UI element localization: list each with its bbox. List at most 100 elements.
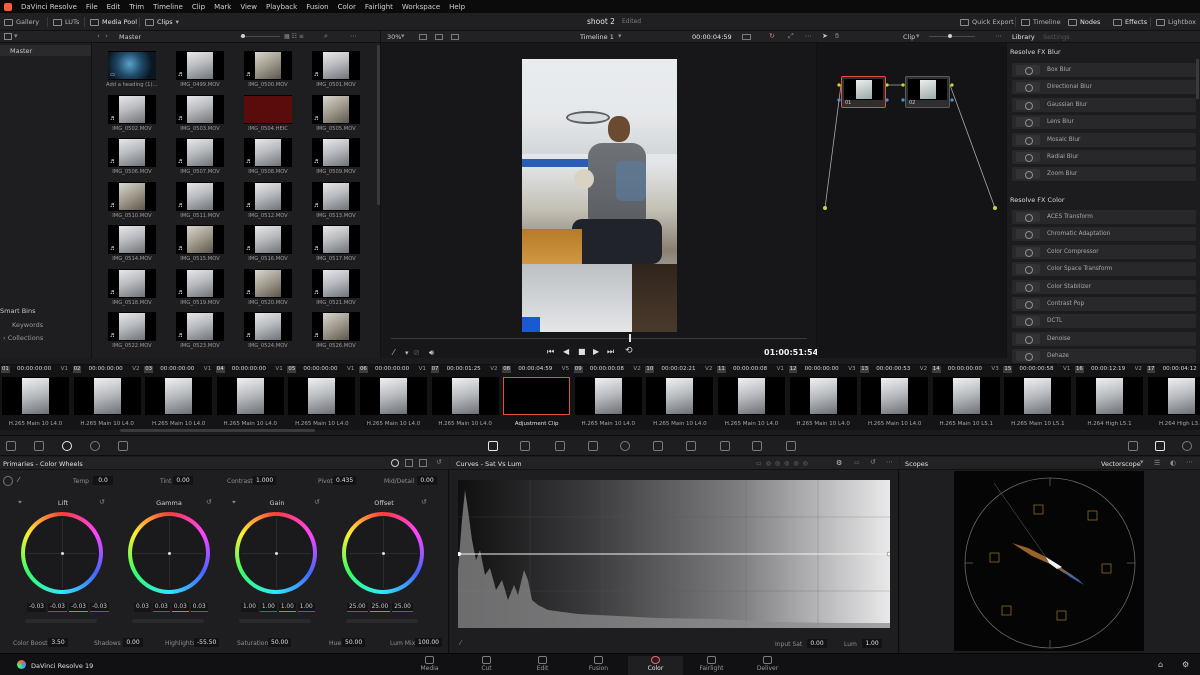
gamma-g[interactable]: 0.03 — [171, 603, 189, 612]
color-node-01[interactable]: 01 — [841, 76, 886, 108]
effect-item[interactable]: Lens Blur — [1012, 115, 1196, 130]
scopes-icon[interactable] — [1155, 441, 1165, 451]
gain-b[interactable]: 1.00 — [297, 603, 315, 612]
color-warper-icon[interactable] — [520, 441, 530, 451]
menu-color[interactable]: Color — [338, 3, 356, 11]
media-pool-scrollbar[interactable] — [377, 45, 380, 205]
luts-button[interactable]: LUTs — [53, 16, 79, 28]
eyedropper-icon[interactable] — [588, 441, 598, 451]
more-options-icon[interactable]: ⋯ — [1186, 458, 1193, 466]
media-pool-clip[interactable]: ♬ IMG_0503.MOV — [174, 94, 226, 132]
quick-export-button[interactable]: Quick Export — [960, 16, 1014, 28]
media-pool-clip[interactable]: ♬ IMG_0501.MOV — [310, 51, 362, 88]
media-pool-clip[interactable]: ♬ IMG_0510.MOV — [106, 181, 158, 219]
menu-view[interactable]: View — [240, 3, 257, 11]
media-pool-clip[interactable]: ♬ IMG_0499.MOV — [174, 51, 226, 88]
color-wheels-icon[interactable] — [62, 441, 72, 451]
lift-wheel[interactable] — [21, 512, 103, 594]
skip-first-icon[interactable]: ⏮ — [547, 347, 554, 357]
node-mode[interactable]: Clip — [903, 33, 915, 41]
media-pool-clip[interactable]: ♬ IMG_0514.MOV — [106, 225, 158, 262]
menu-timeline[interactable]: Timeline — [153, 3, 183, 11]
pivot-value[interactable]: 0.435 — [333, 476, 357, 485]
lift-values[interactable]: -0.03 -0.03 -0.03 -0.03 — [27, 603, 109, 612]
lift-master-wheel[interactable] — [25, 619, 97, 623]
media-pool-clip[interactable]: ♬ IMG_0520.MOV — [242, 268, 294, 306]
tint-value[interactable]: 0.00 — [173, 476, 193, 485]
loop-icon[interactable]: ⟲ — [625, 346, 633, 356]
reset-icon[interactable]: ↺ — [314, 498, 320, 506]
slider-handle[interactable] — [948, 34, 952, 38]
media-pool-clip[interactable]: ♬ IMG_0505.MOV — [310, 94, 362, 132]
bin-master[interactable]: Master — [0, 45, 91, 56]
media-pool-clip[interactable]: ♬ IMG_0513.MOV — [310, 181, 362, 219]
effect-item[interactable]: ACES Transform — [1012, 210, 1196, 224]
lift-r[interactable]: -0.03 — [48, 603, 67, 612]
curves-icon[interactable] — [488, 441, 498, 451]
video-frame[interactable] — [522, 59, 677, 332]
timeline-clip[interactable]: 1700:00:04:12V1H.264 High L3.1 — [1146, 365, 1200, 431]
effect-item[interactable]: Gaussian Blur — [1012, 97, 1196, 112]
node-zoom-slider[interactable] — [929, 36, 975, 37]
page-cut[interactable]: Cut — [459, 656, 514, 672]
play-icon[interactable]: ▶ — [593, 347, 599, 356]
color-match-icon[interactable] — [34, 441, 44, 451]
view-options-icon[interactable]: ▭ — [854, 459, 860, 466]
gain-y[interactable]: 1.00 — [241, 603, 258, 612]
wheels-mode-icon[interactable] — [391, 459, 399, 467]
media-pool-button[interactable]: Media Pool — [90, 16, 137, 28]
media-pool-clip[interactable]: ♬ IMG_0506.MOV — [106, 138, 158, 175]
smart-bin-keywords[interactable]: Keywords — [12, 321, 43, 329]
bars-mode-icon[interactable] — [405, 459, 413, 467]
reset-icon[interactable]: ↺ — [436, 458, 442, 466]
effect-item[interactable]: Dehaze — [1012, 349, 1196, 364]
media-pool-clip[interactable]: ♬ IMG_0519.MOV — [174, 268, 226, 306]
media-pool-clip[interactable]: ♬ IMG_0518.MOV — [106, 268, 158, 306]
timeline-clip[interactable]: 06 00:00:00:00 V1 H.265 Main 10 L4.0 — [358, 365, 429, 431]
more-options-icon[interactable]: ⋯ — [995, 32, 1002, 40]
offset-g[interactable]: 25.00 — [369, 603, 391, 612]
gallery-button[interactable]: Gallery — [4, 16, 39, 28]
nodes-button[interactable]: Nodes — [1068, 16, 1100, 28]
shadows-value[interactable]: 0.00 — [123, 638, 143, 647]
chevron-down-icon[interactable]: ▾ — [405, 349, 409, 357]
timeline-clip[interactable]: 12 00:00:00:00 V3 H.265 Main 10 L4.0 — [788, 365, 859, 431]
settings-icon[interactable]: ⚙︎ — [1182, 660, 1189, 669]
color-node-02[interactable]: 02 — [905, 76, 950, 108]
stop-icon[interactable]: ■ — [578, 347, 586, 356]
lift-g[interactable]: -0.03 — [69, 603, 88, 612]
media-pool-clip[interactable]: ♬ IMG_0521.MOV — [310, 268, 362, 306]
blur-icon[interactable] — [720, 441, 730, 451]
chevron-down-icon[interactable]: ▾ — [916, 32, 920, 40]
effect-item[interactable]: Directional Blur — [1012, 80, 1196, 95]
tab-settings[interactable]: Settings — [1043, 33, 1070, 41]
timeline-clip[interactable]: 07 00:00:01:25 V2 H.265 Main 10 L4.0 — [430, 365, 501, 431]
reverse-play-icon[interactable]: ◀ — [563, 347, 569, 356]
more-options-icon[interactable]: ⋯ — [805, 32, 812, 40]
reset-icon[interactable]: ↺ — [99, 498, 105, 506]
link-icon[interactable]: ⊘ — [413, 348, 420, 357]
camera-raw-icon[interactable] — [6, 441, 16, 451]
timeline-clip[interactable]: 13 00:00:00:53 V2 H.265 Main 10 L4.0 — [859, 365, 930, 431]
timeline-clip[interactable]: 09 00:00:00:08 V2 H.265 Main 10 L4.0 — [573, 365, 644, 431]
menu-workspace[interactable]: Workspace — [402, 3, 440, 11]
chevron-down-icon[interactable]: ▾ — [1140, 458, 1144, 466]
lift-y[interactable]: -0.03 — [27, 603, 46, 612]
gamma-wheel[interactable] — [128, 512, 210, 594]
mid-detail-value[interactable]: 0.00 — [417, 476, 437, 485]
scrub-bar[interactable] — [391, 338, 807, 339]
more-options-icon[interactable]: ⋯ — [350, 32, 357, 40]
media-pool-clip[interactable]: ♬ IMG_0509.MOV — [310, 138, 362, 175]
gain-wheel[interactable] — [235, 512, 317, 594]
effect-item[interactable]: Denoise — [1012, 331, 1196, 346]
saturation-value[interactable]: 50.00 — [268, 638, 292, 647]
clips-button[interactable]: Clips ▾ — [145, 16, 179, 28]
effect-item[interactable]: Chromatic Adaptation — [1012, 227, 1196, 242]
reset-icon[interactable]: ↺ — [421, 498, 427, 506]
menu-help[interactable]: Help — [449, 3, 465, 11]
page-deliver[interactable]: Deliver — [740, 656, 795, 672]
menu-fairlight[interactable]: Fairlight — [365, 3, 393, 11]
page-edit[interactable]: Edit — [515, 656, 570, 672]
effect-item[interactable]: Box Blur — [1012, 63, 1196, 77]
media-pool-clip[interactable]: ♬ IMG_0515.MOV — [174, 225, 226, 262]
